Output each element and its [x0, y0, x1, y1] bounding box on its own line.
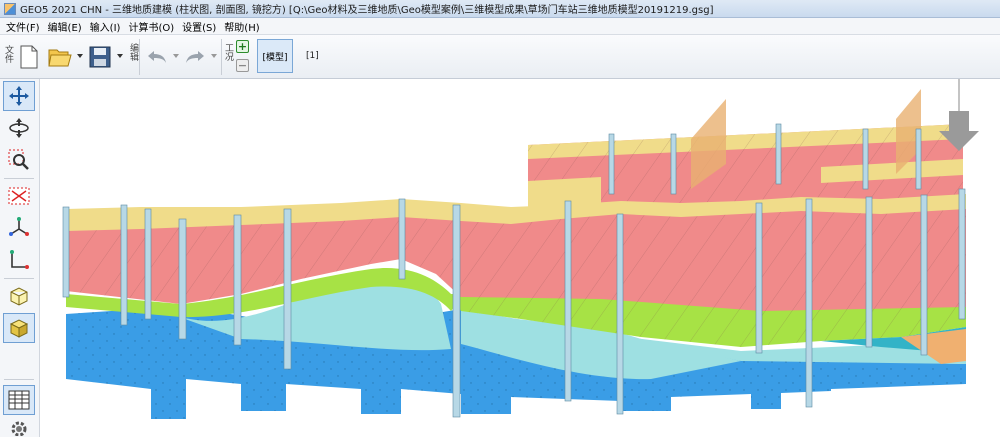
toolbar-separator [139, 39, 140, 75]
stage-number[interactable]: [1] [306, 51, 319, 61]
left-tool-panel [0, 79, 40, 437]
wire-box-icon [10, 287, 28, 306]
edit-group-label: 编辑 [128, 43, 138, 61]
app-logo-icon [4, 2, 16, 15]
add-stage-button[interactable]: + [236, 40, 249, 53]
zoom-icon [8, 149, 29, 170]
stage-group-label: 工况 [223, 43, 233, 61]
settings-gear-icon [11, 421, 27, 436]
xy-axis-icon [10, 250, 29, 269]
solid-view-button[interactable] [3, 313, 35, 343]
redo-button[interactable] [182, 43, 208, 71]
sidebar-separator [4, 278, 34, 279]
save-dropdown-icon[interactable] [117, 54, 123, 58]
redo-dropdown-icon[interactable] [211, 54, 217, 58]
window-title: GEO5 2021 CHN - 三维地质建模 (柱状图, 剖面图, 镜挖方) [… [20, 5, 714, 16]
rotate-tool-button[interactable] [3, 113, 35, 143]
redo-icon [186, 51, 204, 63]
front-section-layers [66, 194, 966, 419]
undo-icon [148, 51, 166, 63]
menu-edit[interactable]: 编辑(E) [44, 19, 86, 34]
wireframe-view-button[interactable] [3, 281, 35, 311]
menu-report[interactable]: 计算书(O) [124, 19, 178, 34]
remove-stage-button[interactable]: − [236, 59, 249, 72]
save-button[interactable] [86, 41, 114, 73]
settings-button[interactable] [3, 417, 35, 437]
zoom-extents-button[interactable] [3, 181, 35, 211]
minus-icon: − [237, 58, 248, 72]
open-file-button[interactable] [46, 41, 74, 73]
rotate-view-icon [9, 118, 29, 138]
table-view-button[interactable] [3, 385, 35, 415]
open-dropdown-icon[interactable] [77, 54, 83, 58]
new-file-button[interactable] [16, 41, 42, 73]
open-folder-icon [48, 49, 72, 67]
toolbar: 文件 编辑 工况 + − [模型] [1] [0, 35, 1000, 79]
menu-input[interactable]: 输入(I) [86, 19, 125, 34]
menu-help[interactable]: 帮助(H) [220, 19, 263, 34]
undo-dropdown-icon[interactable] [173, 54, 179, 58]
zoom-tool-button[interactable] [3, 145, 35, 175]
zoom-extents-icon [8, 187, 30, 205]
3d-model-viewport[interactable] [41, 79, 1000, 437]
xy-axis-button[interactable] [3, 245, 35, 275]
plus-icon: + [237, 39, 248, 53]
sidebar-separator [4, 178, 34, 179]
undo-button[interactable] [144, 43, 170, 71]
solid-box-icon [9, 319, 29, 338]
axis-view-icon [9, 217, 29, 236]
file-group-label: 文件 [3, 45, 13, 63]
move-tool-button[interactable] [3, 81, 35, 111]
save-disk-icon [89, 46, 111, 68]
sidebar-separator [4, 379, 34, 380]
menu-file[interactable]: 文件(F) [2, 19, 44, 34]
menu-settings[interactable]: 设置(S) [178, 19, 220, 34]
title-bar: GEO5 2021 CHN - 三维地质建模 (柱状图, 剖面图, 镜挖方) [… [0, 0, 1000, 18]
new-file-icon [20, 45, 38, 69]
model-tab[interactable]: [模型] [257, 39, 293, 73]
menu-bar: 文件(F) 编辑(E) 输入(I) 计算书(O) 设置(S) 帮助(H) [0, 18, 1000, 35]
toolbar-separator [221, 39, 222, 75]
axis-view-button[interactable] [3, 213, 35, 243]
move-arrows-icon [9, 86, 29, 106]
geological-model-render [62, 79, 979, 419]
table-icon [8, 390, 30, 410]
